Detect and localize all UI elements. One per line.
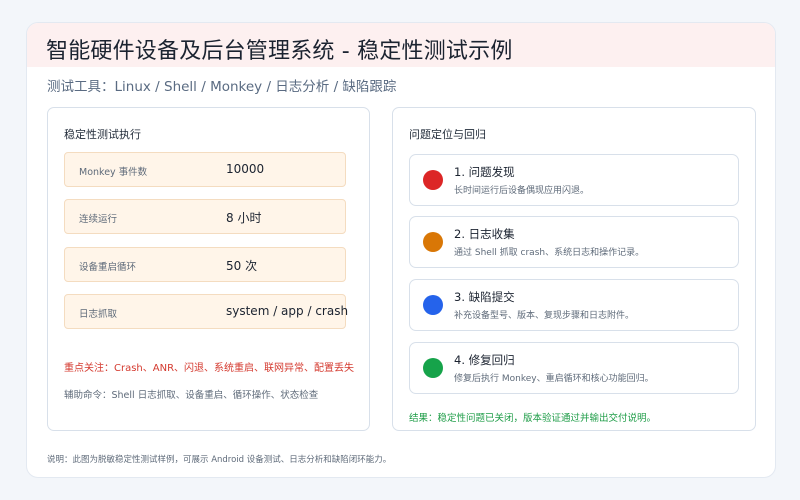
step-description: 补充设备型号、版本、复现步骤和日志附件。 bbox=[454, 311, 635, 321]
main-card: 智能硬件设备及后台管理系统 - 稳定性测试示例 测试工具：Linux / She… bbox=[26, 22, 776, 478]
metric-row-log-capture: 日志抓取 system / app / crash bbox=[64, 294, 349, 329]
step-card-log-collection: 2. 日志收集 通过 Shell 抓取 crash、系统日志和操作记录。 bbox=[409, 216, 739, 268]
status-dot-icon bbox=[423, 170, 443, 190]
page-title: 智能硬件设备及后台管理系统 - 稳定性测试示例 bbox=[46, 39, 513, 64]
metric-value: system / app / crash bbox=[226, 304, 349, 318]
metric-label: Monkey 事件数 bbox=[79, 167, 148, 178]
result-note: 结果：稳定性问题已关闭，版本验证通过并输出交付说明。 bbox=[409, 413, 657, 424]
metric-row-reboot-cycles: 设备重启循环 50 次 bbox=[64, 247, 346, 282]
stability-execution-panel: 稳定性测试执行 Monkey 事件数 10000 连续运行 8 小时 设备重启循… bbox=[47, 107, 370, 431]
panel-title-regression: 问题定位与回归 bbox=[409, 128, 486, 141]
step-title: 1. 问题发现 bbox=[454, 165, 515, 179]
metric-row-monkey-events: Monkey 事件数 10000 bbox=[64, 152, 346, 187]
focus-note: 重点关注：Crash、ANR、闪退、系统重启、联网异常、配置丢失 bbox=[64, 363, 355, 374]
step-card-discovery: 1. 问题发现 长时间运行后设备偶现应用闪退。 bbox=[409, 154, 739, 206]
footnote: 说明：此图为脱敏稳定性测试样例，可展示 Android 设备测试、日志分析和缺陷… bbox=[47, 455, 392, 465]
step-title: 4. 修复回归 bbox=[454, 353, 515, 367]
metric-label: 连续运行 bbox=[79, 214, 118, 225]
step-title: 2. 日志收集 bbox=[454, 227, 515, 241]
metric-value: 10000 bbox=[226, 162, 265, 176]
step-description: 长时间运行后设备偶现应用闪退。 bbox=[454, 186, 590, 196]
metric-label: 设备重启循环 bbox=[79, 262, 137, 273]
metric-value: 8 小时 bbox=[226, 211, 262, 225]
status-dot-icon bbox=[423, 358, 443, 378]
status-dot-icon bbox=[423, 295, 443, 315]
metric-value: 50 次 bbox=[226, 259, 258, 273]
command-note: 辅助命令：Shell 日志抓取、设备重启、循环操作、状态检查 bbox=[64, 390, 319, 401]
step-description: 修复后执行 Monkey、重启循环和核心功能回归。 bbox=[454, 374, 654, 384]
step-title: 3. 缺陷提交 bbox=[454, 290, 515, 304]
metric-row-continuous-run: 连续运行 8 小时 bbox=[64, 199, 346, 234]
status-dot-icon bbox=[423, 232, 443, 252]
step-description: 通过 Shell 抓取 crash、系统日志和操作记录。 bbox=[454, 248, 645, 258]
metric-label: 日志抓取 bbox=[79, 309, 118, 320]
tools-subtitle: 测试工具：Linux / Shell / Monkey / 日志分析 / 缺陷跟… bbox=[47, 79, 397, 95]
step-card-fix-regression: 4. 修复回归 修复后执行 Monkey、重启循环和核心功能回归。 bbox=[409, 342, 739, 394]
panel-title-execution: 稳定性测试执行 bbox=[64, 128, 141, 141]
issue-regression-panel: 问题定位与回归 1. 问题发现 长时间运行后设备偶现应用闪退。 2. 日志收集 … bbox=[392, 107, 756, 431]
step-card-defect-submit: 3. 缺陷提交 补充设备型号、版本、复现步骤和日志附件。 bbox=[409, 279, 739, 331]
